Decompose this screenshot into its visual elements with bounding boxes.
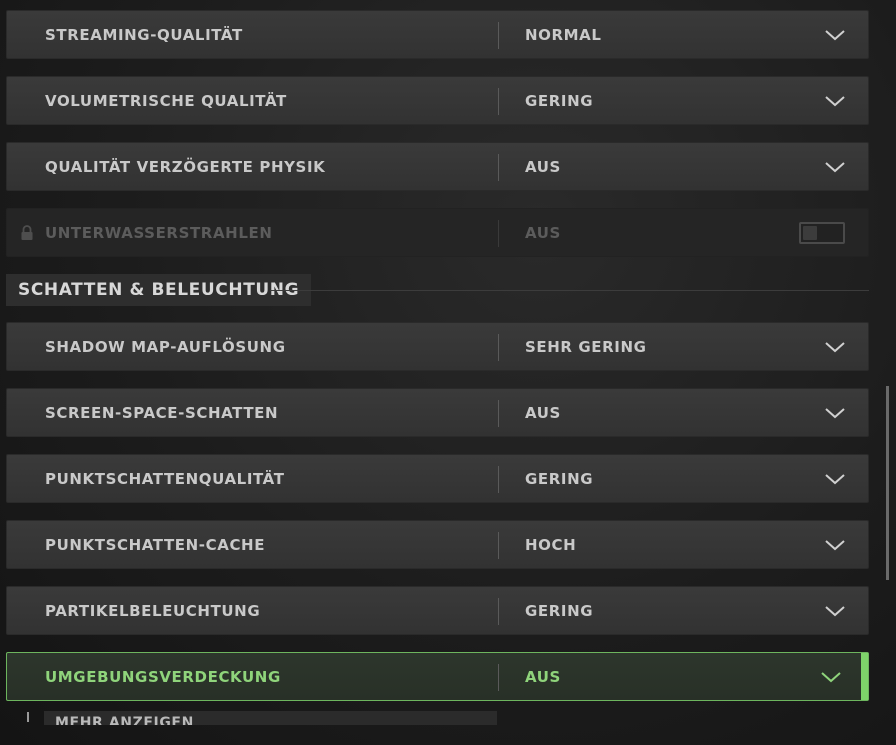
chevron-down-icon[interactable] [824, 405, 846, 421]
show-more-button[interactable]: MEHR ANZEIGEN [44, 711, 497, 725]
toggle-knob [803, 226, 817, 240]
chevron-down-icon[interactable] [820, 669, 842, 685]
setting-label: PUNKTSCHATTEN-CACHE [45, 535, 266, 554]
divider [498, 598, 499, 625]
setting-value: GERING [525, 469, 594, 488]
selection-accent-bar [861, 653, 868, 700]
setting-value: NORMAL [525, 25, 602, 44]
setting-label: QUALITÄT VERZÖGERTE PHYSIK [45, 157, 326, 176]
section-divider [270, 290, 869, 291]
divider [498, 532, 499, 559]
setting-label: UMGEBUNGSVERDECKUNG [45, 667, 281, 686]
divider [498, 22, 499, 49]
divider [498, 400, 499, 427]
setting-spot-shadow-cache[interactable]: PUNKTSCHATTEN-CACHE HOCH [6, 520, 869, 569]
chevron-down-icon[interactable] [824, 603, 846, 619]
setting-value: SEHR GERING [525, 337, 647, 356]
divider [498, 220, 499, 247]
setting-value: AUS [525, 223, 561, 242]
setting-label: STREAMING-QUALITÄT [45, 25, 243, 44]
divider [498, 88, 499, 115]
setting-particle-lighting[interactable]: PARTIKELBELEUCHTUNG GERING [6, 586, 869, 635]
chevron-down-icon[interactable] [824, 537, 846, 553]
toggle-switch [799, 222, 845, 244]
scrollbar-thumb[interactable] [886, 386, 889, 580]
setting-label: PUNKTSCHATTENQUALITÄT [45, 469, 285, 488]
chevron-down-icon[interactable] [824, 471, 846, 487]
setting-screen-space-shadows[interactable]: SCREEN-SPACE-SCHATTEN AUS [6, 388, 869, 437]
setting-ambient-occlusion[interactable]: UMGEBUNGSVERDECKUNG AUS [6, 652, 869, 701]
settings-page: STREAMING-QUALITÄT NORMAL VOLUMETRISCHE … [0, 0, 896, 745]
chevron-down-icon[interactable] [824, 339, 846, 355]
setting-shadow-map-resolution[interactable]: SHADOW MAP-AUFLÖSUNG SEHR GERING [6, 322, 869, 371]
setting-value: GERING [525, 601, 594, 620]
setting-label: UNTERWASSERSTRAHLEN [45, 223, 273, 242]
setting-label: SHADOW MAP-AUFLÖSUNG [45, 337, 286, 356]
chevron-down-icon[interactable] [824, 159, 846, 175]
setting-value: HOCH [525, 535, 577, 554]
setting-value: AUS [525, 403, 561, 422]
divider [498, 334, 499, 361]
chevron-down-icon[interactable] [824, 93, 846, 109]
setting-label: SCREEN-SPACE-SCHATTEN [45, 403, 279, 422]
lock-icon [21, 225, 33, 240]
divider [498, 664, 499, 691]
divider [498, 154, 499, 181]
setting-volumetric-quality[interactable]: VOLUMETRISCHE QUALITÄT GERING [6, 76, 869, 125]
show-more-label: MEHR ANZEIGEN [55, 715, 194, 725]
setting-label: PARTIKELBELEUCHTUNG [45, 601, 261, 620]
setting-value: AUS [525, 157, 561, 176]
setting-underwater-caustics: UNTERWASSERSTRAHLEN AUS [6, 208, 869, 257]
setting-value: GERING [525, 91, 594, 110]
setting-spot-shadow-quality[interactable]: PUNKTSCHATTENQUALITÄT GERING [6, 454, 869, 503]
chevron-down-icon[interactable] [824, 27, 846, 43]
setting-value: AUS [525, 667, 561, 686]
setting-streaming-quality[interactable]: STREAMING-QUALITÄT NORMAL [6, 10, 869, 59]
divider [498, 466, 499, 493]
section-title: SCHATTEN & BELEUCHTUNG [6, 274, 312, 306]
tree-connector [27, 712, 29, 722]
setting-deferred-physics-quality[interactable]: QUALITÄT VERZÖGERTE PHYSIK AUS [6, 142, 869, 191]
setting-label: VOLUMETRISCHE QUALITÄT [45, 91, 287, 110]
